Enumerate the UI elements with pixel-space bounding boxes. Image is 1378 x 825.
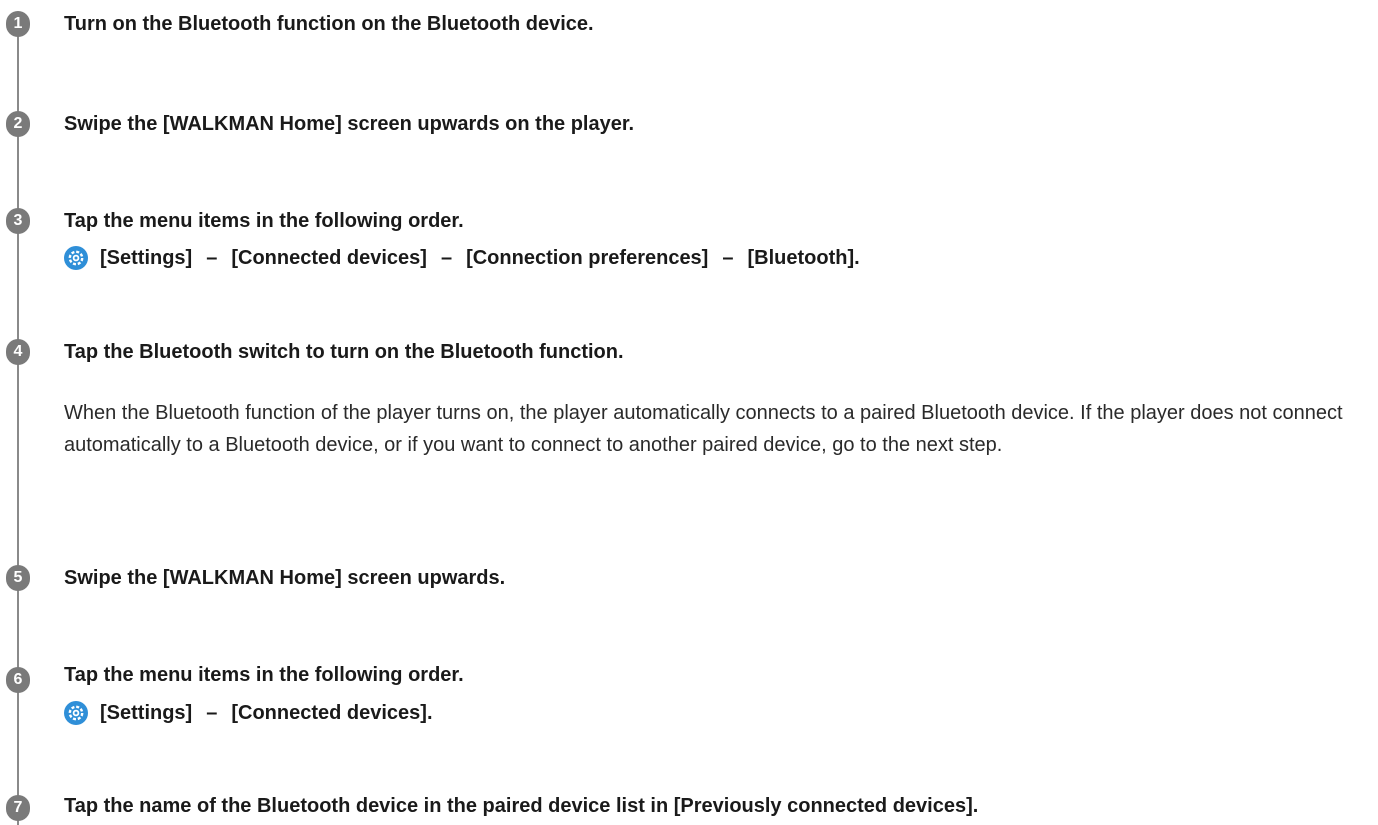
step-title: Turn on the Bluetooth function on the Bl… bbox=[64, 13, 594, 35]
step-number: 1 bbox=[6, 11, 30, 37]
menu-path-item: [Connection preferences] bbox=[466, 247, 709, 269]
menu-path-item: [Bluetooth]. bbox=[747, 247, 860, 269]
step-number: 3 bbox=[6, 208, 30, 234]
menu-path-separator: – bbox=[206, 702, 218, 724]
menu-path: [Settings] – [Connected devices]. bbox=[64, 697, 1368, 729]
menu-path-separator: – bbox=[722, 247, 734, 269]
menu-path-item: [Settings] bbox=[100, 247, 193, 269]
step-title: Tap the menu items in the following orde… bbox=[64, 210, 464, 232]
settings-gear-icon bbox=[64, 246, 88, 270]
step-title: Swipe the [WALKMAN Home] screen upwards. bbox=[64, 567, 506, 589]
step-title: Tap the name of the Bluetooth device in … bbox=[64, 795, 979, 817]
menu-path-item: [Connected devices]. bbox=[231, 702, 433, 724]
step-number: 4 bbox=[6, 339, 30, 365]
steps-timeline bbox=[17, 20, 19, 825]
menu-path-item: [Connected devices] bbox=[231, 247, 427, 269]
step-title: Tap the menu items in the following orde… bbox=[64, 664, 464, 686]
step-number: 7 bbox=[6, 795, 30, 821]
step-number: 5 bbox=[6, 565, 30, 591]
step-description: When the Bluetooth function of the playe… bbox=[64, 397, 1364, 461]
menu-path: [Settings] – [Connected devices] – [Conn… bbox=[64, 242, 1368, 274]
menu-path-item: [Settings] bbox=[100, 702, 193, 724]
step-title: Swipe the [WALKMAN Home] screen upwards … bbox=[64, 113, 635, 135]
settings-gear-icon bbox=[64, 701, 88, 725]
step-title: Tap the Bluetooth switch to turn on the … bbox=[64, 341, 624, 363]
step-number: 2 bbox=[6, 111, 30, 137]
step-description-text: When the Bluetooth function of the playe… bbox=[64, 402, 1343, 456]
step-number: 6 bbox=[6, 667, 30, 693]
menu-path-separator: – bbox=[440, 247, 453, 269]
menu-path-separator: – bbox=[206, 247, 218, 269]
